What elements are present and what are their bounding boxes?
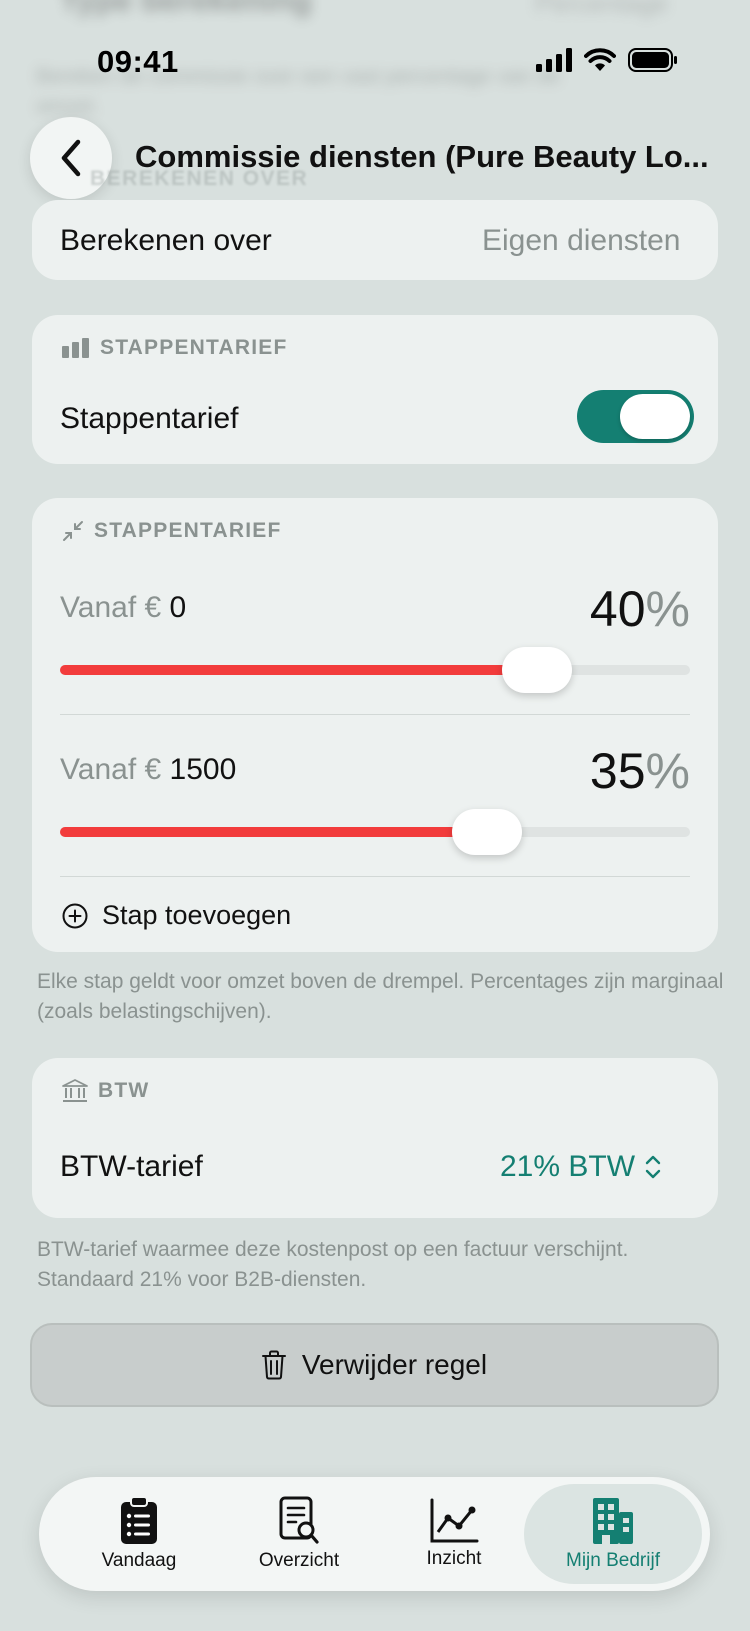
bar-chart-icon (62, 338, 89, 358)
tab-mijn-bedrijf[interactable]: Mijn Bedrijf (524, 1484, 702, 1584)
background-value: Percentage (535, 0, 668, 18)
plus-circle-icon (62, 903, 88, 928)
btw-note: BTW-tarief waarmee deze kostenpost op ee… (37, 1238, 629, 1291)
bank-icon (62, 1079, 88, 1102)
currency-prefix: Vanaf € (60, 591, 162, 624)
slider-fill (60, 665, 538, 675)
toggle-knob (620, 394, 690, 439)
line-chart-icon (430, 1498, 479, 1543)
slider-fill (60, 827, 487, 837)
percent-value: 35 (589, 743, 646, 799)
trash-icon (261, 1350, 286, 1380)
tab-overzicht[interactable]: Overzicht (224, 1477, 374, 1591)
stappen-note: Elke stap geldt voor omzet boven de drem… (37, 970, 724, 1023)
stappentarief-toggle-header: STAPPENTARIEF (62, 336, 288, 360)
btw-label: BTW-tarief (60, 1150, 203, 1183)
tab-label: Mijn Bedrijf (566, 1550, 660, 1571)
divider (60, 876, 690, 877)
btw-header: BTW (62, 1079, 149, 1103)
btw-select[interactable]: 21% BTW (500, 1150, 661, 1184)
threshold-value[interactable]: 0 (170, 591, 187, 624)
step-2-percent: 35% (590, 742, 690, 800)
page-title: Commissie diensten (Pure Beauty Lo... (135, 139, 709, 174)
tab-label: Overzicht (258, 1550, 340, 1571)
stappen-header: STAPPENTARIEF (62, 519, 282, 543)
percent-symbol: % (645, 581, 690, 637)
berekenen-label: Berekenen over (60, 224, 272, 257)
tab-inzicht[interactable]: Inzicht (389, 1477, 519, 1591)
status-bar: 09:41 (0, 40, 750, 84)
step-1-slider-track[interactable] (60, 665, 690, 675)
step-2-slider-track[interactable] (60, 827, 690, 837)
percent-value: 40 (589, 581, 646, 637)
delete-button[interactable]: Verwijder regel (30, 1323, 719, 1407)
step-1-threshold: Vanaf € 0 (60, 591, 186, 625)
clipboard-list-icon (121, 1496, 157, 1544)
stappen-card (32, 498, 718, 952)
berekenen-value[interactable]: Eigen diensten (482, 224, 681, 258)
status-time: 09:41 (97, 44, 179, 79)
arrows-in-icon (63, 521, 83, 541)
document-search-icon (279, 1496, 319, 1544)
battery-icon (628, 48, 677, 72)
stappentarief-toggle[interactable] (577, 390, 694, 443)
tab-label: Inzicht (426, 1548, 482, 1569)
step-1-percent: 40% (590, 580, 690, 638)
tab-bar: Vandaag Overzicht Inzicht Mijn Bedrijf (39, 1477, 710, 1591)
step-1-slider-thumb[interactable] (502, 647, 573, 693)
currency-prefix: Vanaf € (60, 753, 162, 786)
add-step-label: Stap toevoegen (102, 900, 292, 930)
building-icon (593, 1498, 633, 1544)
chevron-left-icon (61, 139, 81, 177)
divider (60, 714, 690, 715)
add-step-button[interactable]: Stap toevoegen (62, 900, 291, 931)
tab-vandaag[interactable]: Vandaag (74, 1477, 204, 1591)
chevron-up-down-icon (645, 1155, 661, 1179)
section-label-text: STAPPENTARIEF (100, 336, 288, 359)
threshold-value[interactable]: 1500 (170, 753, 237, 786)
stappentarief-toggle-label: Stappentarief (60, 402, 239, 435)
step-2-slider-thumb[interactable] (452, 809, 522, 855)
wifi-icon (584, 48, 616, 71)
step-2-threshold: Vanaf € 1500 (60, 753, 236, 787)
percent-symbol: % (645, 743, 690, 799)
background-title: Type berekening (60, 0, 312, 18)
status-icons (536, 48, 678, 72)
btw-value: 21% BTW (500, 1150, 636, 1183)
delete-label: Verwijder regel (301, 1349, 488, 1380)
section-label-text: STAPPENTARIEF (94, 519, 282, 542)
section-label-text: BTW (98, 1079, 150, 1102)
signal-icon (536, 48, 572, 72)
tab-label: Vandaag (101, 1550, 177, 1571)
